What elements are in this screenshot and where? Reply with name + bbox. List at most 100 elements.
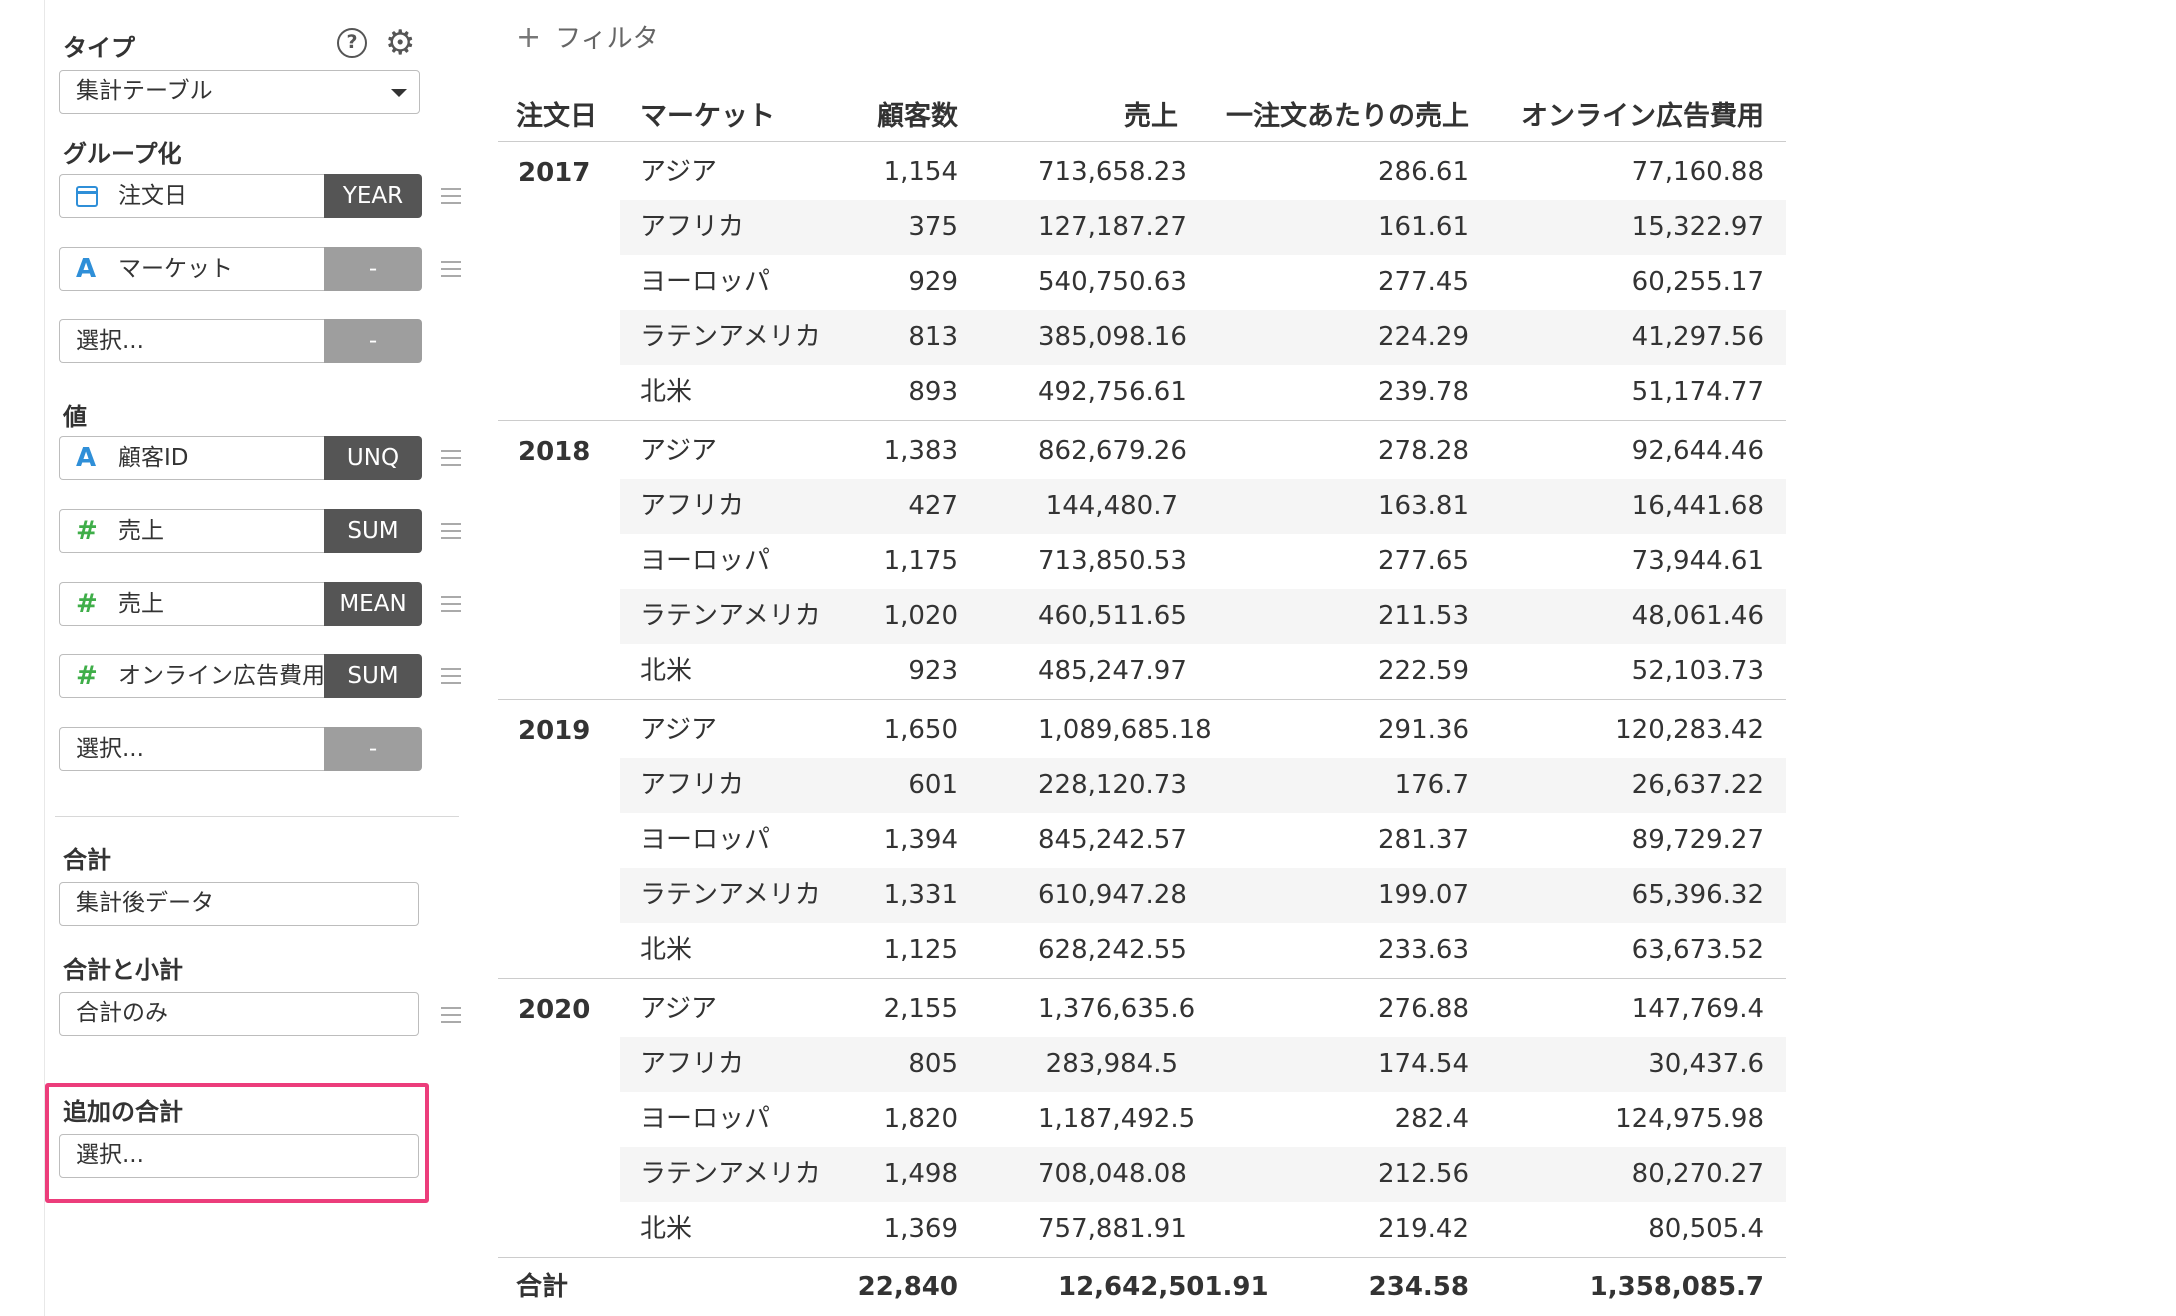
subtotal-select[interactable]: 合計のみ bbox=[59, 992, 419, 1036]
field-selector[interactable]: # オンライン広告費用 bbox=[59, 654, 324, 698]
online-ad-cost-cell: 73,944.61 bbox=[1631, 546, 1764, 576]
customers-cell: 1,820 bbox=[883, 1104, 958, 1134]
market-cell: アジア bbox=[640, 994, 717, 1024]
field-selector[interactable]: A マーケット bbox=[59, 247, 324, 291]
field-label: 注文日 bbox=[118, 183, 187, 209]
aggregation-button[interactable]: YEAR bbox=[324, 174, 422, 218]
market-cell: 北米 bbox=[640, 1214, 693, 1244]
section-divider bbox=[55, 816, 459, 817]
sales-per-order-cell: 291.36 bbox=[1378, 715, 1469, 745]
sales-per-order-cell: 212.56 bbox=[1378, 1159, 1469, 1189]
group-field-market[interactable]: A マーケット - bbox=[59, 247, 461, 291]
value-field-sales-sum[interactable]: # 売上 SUM bbox=[59, 509, 461, 553]
market-cell: ヨーロッパ bbox=[640, 267, 771, 297]
help-icon[interactable]: ? bbox=[337, 28, 367, 58]
field-label: オンライン広告費用 bbox=[118, 663, 324, 689]
aggregation-button[interactable]: - bbox=[324, 319, 422, 363]
total-row: 合計 22,840 12,642,501.91 234.58 1,358,085… bbox=[498, 1258, 1786, 1316]
table-row: ヨーロッパ 929 540,750.63 277.45 60,255.17 bbox=[620, 255, 1786, 310]
online-ad-cost-cell: 124,975.98 bbox=[1615, 1104, 1764, 1134]
online-ad-cost-cell: 147,769.4 bbox=[1631, 994, 1764, 1024]
extra-total-select[interactable]: 選択... bbox=[59, 1134, 419, 1178]
field-selector[interactable]: 選択... bbox=[59, 727, 324, 771]
sales-per-order-cell: 174.54 bbox=[1378, 1049, 1469, 1079]
year-cell: 2019 bbox=[518, 716, 591, 746]
aggregation-button[interactable]: SUM bbox=[324, 509, 422, 553]
drag-handle-icon[interactable] bbox=[441, 596, 461, 612]
sales-per-order-cell: 199.07 bbox=[1378, 880, 1469, 910]
table-row: ラテンアメリカ 813 385,098.16 224.29 41,297.56 bbox=[620, 310, 1786, 365]
type-label: タイプ bbox=[63, 34, 135, 62]
market-cell: アジア bbox=[640, 157, 717, 187]
column-header-customers[interactable]: 顧客数 bbox=[834, 94, 958, 133]
online-ad-cost-cell: 15,322.97 bbox=[1631, 212, 1764, 242]
sales-per-order-cell: 276.88 bbox=[1378, 994, 1469, 1024]
market-cell: ヨーロッパ bbox=[640, 825, 771, 855]
filter-label: フィルタ bbox=[555, 24, 659, 54]
market-cell: ヨーロッパ bbox=[640, 546, 771, 576]
field-placeholder: 選択... bbox=[76, 328, 144, 354]
drag-handle-icon[interactable] bbox=[441, 668, 461, 684]
column-header-sales[interactable]: 売上 bbox=[1068, 94, 1178, 133]
column-header-online-ad-cost[interactable]: オンライン広告費用 bbox=[1504, 94, 1764, 133]
aggregation-button[interactable]: - bbox=[324, 247, 422, 291]
group-field-order-date[interactable]: 注文日 YEAR bbox=[59, 174, 461, 218]
field-selector[interactable]: 選択... bbox=[59, 319, 324, 363]
column-header-sales-per-order[interactable]: 一注文あたりの売上 bbox=[1216, 94, 1469, 133]
field-label: 顧客ID bbox=[118, 445, 189, 471]
customers-cell: 1,175 bbox=[883, 546, 958, 576]
column-header-order-date[interactable]: 注文日 bbox=[516, 94, 597, 133]
sales-per-order-cell: 222.59 bbox=[1378, 656, 1469, 686]
table-row: アジア 1,383 862,679.26 278.28 92,644.46 bbox=[620, 424, 1786, 479]
value-field-customer-id[interactable]: A 顧客ID UNQ bbox=[59, 436, 461, 480]
aggregation-button[interactable]: - bbox=[324, 727, 422, 771]
drag-handle-icon[interactable] bbox=[441, 261, 461, 277]
table-row: アフリカ 427 144,480.7 163.81 16,441.68 bbox=[620, 479, 1786, 534]
value-field-online-ad-cost[interactable]: # オンライン広告費用 SUM bbox=[59, 654, 461, 698]
gear-icon[interactable]: ⚙ bbox=[385, 26, 415, 60]
aggregation-button[interactable]: MEAN bbox=[324, 582, 422, 626]
add-filter-button[interactable]: + フィルタ bbox=[516, 18, 659, 55]
market-cell: ラテンアメリカ bbox=[640, 880, 821, 910]
field-selector[interactable]: 注文日 bbox=[59, 174, 324, 218]
field-selector[interactable]: # 売上 bbox=[59, 509, 324, 553]
sales-cell: 127,187.27 bbox=[1038, 212, 1187, 242]
group-field-empty[interactable]: 選択... - bbox=[59, 319, 422, 363]
aggregation-button[interactable]: SUM bbox=[324, 654, 422, 698]
sales-per-order-cell: 163.81 bbox=[1378, 491, 1469, 521]
subtotal-label: 合計と小計 bbox=[63, 956, 183, 984]
market-cell: ラテンアメリカ bbox=[640, 601, 821, 631]
year-group: 2018 アジア 1,383 862,679.26 278.28 92,644.46 アフリ… bbox=[498, 421, 1786, 700]
customers-cell: 813 bbox=[908, 322, 958, 352]
value-field-empty[interactable]: 選択... - bbox=[59, 727, 422, 771]
number-type-icon: # bbox=[76, 516, 98, 546]
table-row: ヨーロッパ 1,394 845,242.57 281.37 89,729.27 bbox=[620, 813, 1786, 868]
field-selector[interactable]: # 売上 bbox=[59, 582, 324, 626]
table-row: 北米 923 485,247.97 222.59 52,103.73 bbox=[620, 644, 1786, 699]
value-field-sales-mean[interactable]: # 売上 MEAN bbox=[59, 582, 461, 626]
table-row: ヨーロッパ 1,175 713,850.53 277.65 73,944.61 bbox=[620, 534, 1786, 589]
customers-cell: 1,498 bbox=[883, 1159, 958, 1189]
sales-cell: 1,187,492.5 bbox=[1038, 1104, 1196, 1134]
sales-cell: 713,850.53 bbox=[1038, 546, 1187, 576]
chart-type-select[interactable]: 集計テーブル bbox=[59, 70, 420, 114]
year-cell: 2017 bbox=[518, 158, 591, 188]
total-online-ad-cost-cell: 1,358,085.7 bbox=[1589, 1272, 1764, 1302]
aggregation-button[interactable]: UNQ bbox=[324, 436, 422, 480]
online-ad-cost-cell: 41,297.56 bbox=[1631, 322, 1764, 352]
table-row: アジア 2,155 1,376,635.6 276.88 147,769.4 bbox=[620, 982, 1786, 1037]
table-row: ラテンアメリカ 1,498 708,048.08 212.56 80,270.27 bbox=[620, 1147, 1786, 1202]
drag-handle-icon[interactable] bbox=[441, 523, 461, 539]
total-select[interactable]: 集計後データ bbox=[59, 882, 419, 926]
sales-cell: 485,247.97 bbox=[1038, 656, 1187, 686]
market-cell: アフリカ bbox=[640, 770, 745, 800]
field-selector[interactable]: A 顧客ID bbox=[59, 436, 324, 480]
drag-handle-icon[interactable] bbox=[441, 188, 461, 204]
field-label: 売上 bbox=[118, 591, 164, 617]
column-header-market[interactable]: マーケット bbox=[640, 94, 775, 133]
sales-cell: 460,511.65 bbox=[1038, 601, 1187, 631]
drag-handle-icon[interactable] bbox=[441, 1007, 461, 1023]
market-cell: ヨーロッパ bbox=[640, 1104, 771, 1134]
drag-handle-icon[interactable] bbox=[441, 450, 461, 466]
sales-cell: 845,242.57 bbox=[1038, 825, 1187, 855]
